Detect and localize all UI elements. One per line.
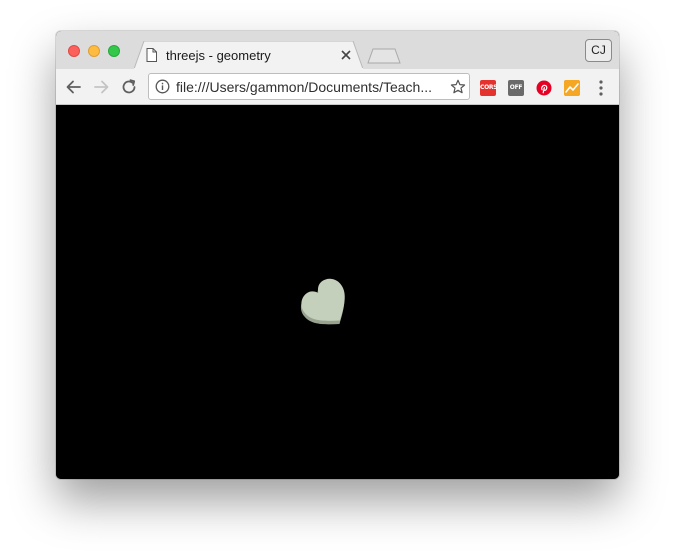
heart-shape	[300, 278, 345, 325]
tab-title: threejs - geometry	[166, 48, 271, 63]
address-bar[interactable]: file:///Users/gammon/Documents/Teach...	[148, 73, 470, 100]
new-tab-button[interactable]	[367, 48, 401, 64]
document-icon	[146, 48, 157, 62]
cors-extension-icon[interactable]: CORS	[480, 80, 498, 96]
tab-strip: threejs - geometry CJ	[56, 31, 619, 69]
close-window-button[interactable]	[68, 45, 80, 57]
bookmark-star-icon[interactable]	[450, 79, 466, 95]
off-extension-icon[interactable]: OFF	[508, 80, 524, 96]
close-tab-icon[interactable]	[340, 49, 352, 61]
reload-icon[interactable]	[120, 78, 138, 96]
maximize-window-button[interactable]	[108, 45, 120, 57]
profile-button[interactable]: CJ	[585, 39, 612, 62]
tab-active[interactable]: threejs - geometry	[134, 41, 363, 69]
back-arrow-icon[interactable]	[65, 78, 83, 96]
webgl-canvas[interactable]	[56, 105, 619, 479]
minimize-window-button[interactable]	[88, 45, 100, 57]
forward-arrow-icon[interactable]	[92, 78, 110, 96]
browser-window: threejs - geometry CJ file:///Users/gamm…	[56, 31, 619, 479]
site-info-icon[interactable]	[155, 79, 170, 94]
pinterest-icon[interactable]	[536, 80, 552, 96]
browser-toolbar: file:///Users/gammon/Documents/Teach... …	[56, 69, 619, 105]
url-text[interactable]: file:///Users/gammon/Documents/Teach...	[176, 79, 432, 95]
kebab-menu-icon[interactable]	[596, 79, 606, 97]
chart-extension-icon[interactable]	[564, 80, 580, 96]
